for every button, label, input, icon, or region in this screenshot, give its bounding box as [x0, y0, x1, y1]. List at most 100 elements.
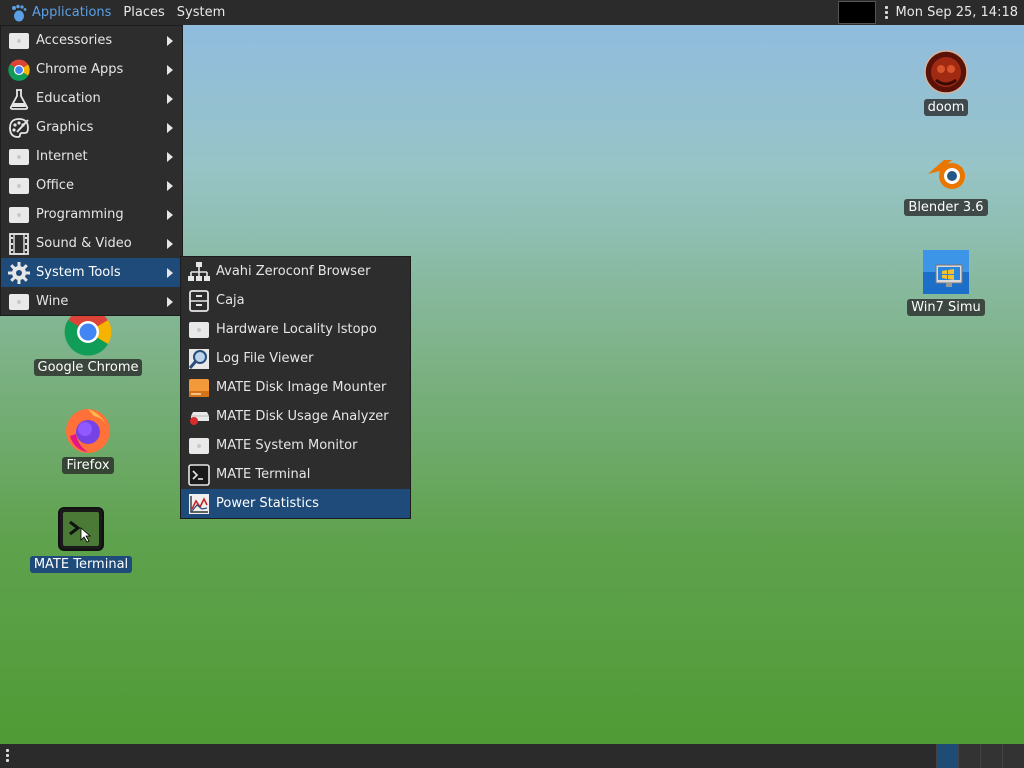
gear-icon: [7, 261, 31, 285]
generic-app-icon: [187, 434, 211, 458]
palette-icon: [7, 116, 31, 140]
blender-icon: [922, 148, 970, 196]
desktop-icon-label: Win7 Simu: [907, 299, 985, 316]
submenu-item-label: MATE Disk Image Mounter: [216, 380, 387, 395]
menu-item-programming[interactable]: Programming: [1, 200, 182, 229]
menu-item-label: Graphics: [36, 120, 94, 135]
menu-item-label: Chrome Apps: [36, 62, 124, 77]
submenu-arrow-icon: [167, 36, 173, 46]
submenu-item-power-statistics[interactable]: Power Statistics: [181, 489, 410, 518]
windows-icon: [922, 248, 970, 296]
submenu-item-label: Log File Viewer: [216, 351, 314, 366]
file-cabinet-icon: [187, 289, 211, 313]
system-tools-submenu: Avahi Zeroconf Browser Caja Hardware Loc…: [180, 256, 411, 519]
menu-item-label: Sound & Video: [36, 236, 132, 251]
submenu-arrow-icon: [167, 152, 173, 162]
menu-item-education[interactable]: Education: [1, 84, 182, 113]
submenu-item-label: MATE System Monitor: [216, 438, 358, 453]
submenu-item-mate-terminal[interactable]: MATE Terminal: [181, 460, 410, 489]
menu-item-sound-video[interactable]: Sound & Video: [1, 229, 182, 258]
submenu-item-system-monitor[interactable]: MATE System Monitor: [181, 431, 410, 460]
submenu-item-disk-image-mounter[interactable]: MATE Disk Image Mounter: [181, 373, 410, 402]
system-menu[interactable]: System: [171, 0, 231, 25]
terminal-icon: [57, 505, 105, 553]
desktop-icon-label: Google Chrome: [33, 359, 143, 376]
submenu-item-label: Hardware Locality lstopo: [216, 322, 377, 337]
menu-item-label: Wine: [36, 294, 69, 309]
workspace-1[interactable]: [936, 744, 958, 768]
menu-item-office[interactable]: Office: [1, 171, 182, 200]
terminal-icon: [187, 463, 211, 487]
desktop-icon-label: Firefox: [62, 457, 114, 474]
submenu-item-label: MATE Disk Usage Analyzer: [216, 409, 389, 424]
submenu-item-label: Caja: [216, 293, 245, 308]
desktop-icon-firefox[interactable]: Firefox: [28, 406, 148, 474]
desktop-icon-label: MATE Terminal: [29, 556, 133, 573]
generic-app-icon: [7, 203, 31, 227]
desktop-icon-google-chrome[interactable]: Google Chrome: [28, 308, 148, 376]
desktop-icon-blender[interactable]: Blender 3.6: [886, 148, 1006, 216]
generic-app-icon: [7, 290, 31, 314]
disk-image-icon: [187, 376, 211, 400]
submenu-item-label: Avahi Zeroconf Browser: [216, 264, 371, 279]
submenu-arrow-icon: [167, 210, 173, 220]
doom-icon: [922, 48, 970, 96]
submenu-arrow-icon: [167, 181, 173, 191]
submenu-arrow-icon: [167, 123, 173, 133]
submenu-item-hwloc[interactable]: Hardware Locality lstopo: [181, 315, 410, 344]
menu-item-label: Internet: [36, 149, 88, 164]
submenu-item-label: Power Statistics: [216, 496, 319, 511]
panel-right-area: Mon Sep 25, 14:18: [837, 0, 1024, 25]
places-label: Places: [123, 5, 165, 20]
clock[interactable]: Mon Sep 25, 14:18: [894, 5, 1024, 20]
top-panel: Applications Places System Mon Sep 25, 1…: [0, 0, 1024, 25]
submenu-arrow-icon: [167, 239, 173, 249]
submenu-item-avahi[interactable]: Avahi Zeroconf Browser: [181, 257, 410, 286]
applications-dropdown: Accessories Chrome Apps Education Graphi…: [0, 25, 183, 316]
generic-app-icon: [7, 145, 31, 169]
menu-item-accessories[interactable]: Accessories: [1, 26, 182, 55]
submenu-item-disk-usage[interactable]: MATE Disk Usage Analyzer: [181, 402, 410, 431]
workspace-2[interactable]: [958, 744, 980, 768]
desktop-icon-doom[interactable]: doom: [886, 48, 1006, 116]
workspace-3[interactable]: [980, 744, 1002, 768]
generic-app-icon: [187, 318, 211, 342]
submenu-arrow-icon: [167, 268, 173, 278]
menu-item-system-tools[interactable]: System Tools: [1, 258, 182, 287]
power-chart-icon: [187, 492, 211, 516]
applications-menu[interactable]: Applications: [0, 0, 117, 25]
desktop-icon-label: doom: [923, 99, 969, 116]
desktop-icon-label: Blender 3.6: [904, 199, 988, 216]
flask-icon: [7, 87, 31, 111]
menu-item-internet[interactable]: Internet: [1, 142, 182, 171]
bottom-panel: [0, 744, 1024, 768]
applications-label: Applications: [32, 5, 112, 20]
system-label: System: [176, 5, 226, 20]
desktop-icon-mate-terminal[interactable]: MATE Terminal: [21, 505, 141, 573]
film-icon: [7, 232, 31, 256]
menu-item-wine[interactable]: Wine: [1, 287, 182, 316]
submenu-arrow-icon: [167, 65, 173, 75]
generic-app-icon: [7, 174, 31, 198]
submenu-item-caja[interactable]: Caja: [181, 286, 410, 315]
menu-item-label: Education: [36, 91, 101, 106]
submenu-item-log-viewer[interactable]: Log File Viewer: [181, 344, 410, 373]
submenu-arrow-icon: [167, 297, 173, 307]
menu-item-graphics[interactable]: Graphics: [1, 113, 182, 142]
panel-handle-icon[interactable]: [0, 749, 14, 762]
places-menu[interactable]: Places: [117, 0, 170, 25]
chrome-icon: [7, 58, 31, 82]
panel-handle-icon[interactable]: [880, 6, 894, 19]
firefox-icon: [64, 406, 112, 454]
desktop-icon-win7[interactable]: Win7 Simu: [886, 248, 1006, 316]
menu-item-chrome-apps[interactable]: Chrome Apps: [1, 55, 182, 84]
menu-item-label: Office: [36, 178, 74, 193]
generic-app-icon: [7, 29, 31, 53]
menu-item-label: System Tools: [36, 265, 121, 280]
network-icon: [187, 260, 211, 284]
workspace-4[interactable]: [1002, 744, 1024, 768]
workspace-switcher: [936, 744, 1024, 768]
system-tray[interactable]: [837, 1, 876, 24]
submenu-arrow-icon: [167, 94, 173, 104]
submenu-item-label: MATE Terminal: [216, 467, 311, 482]
